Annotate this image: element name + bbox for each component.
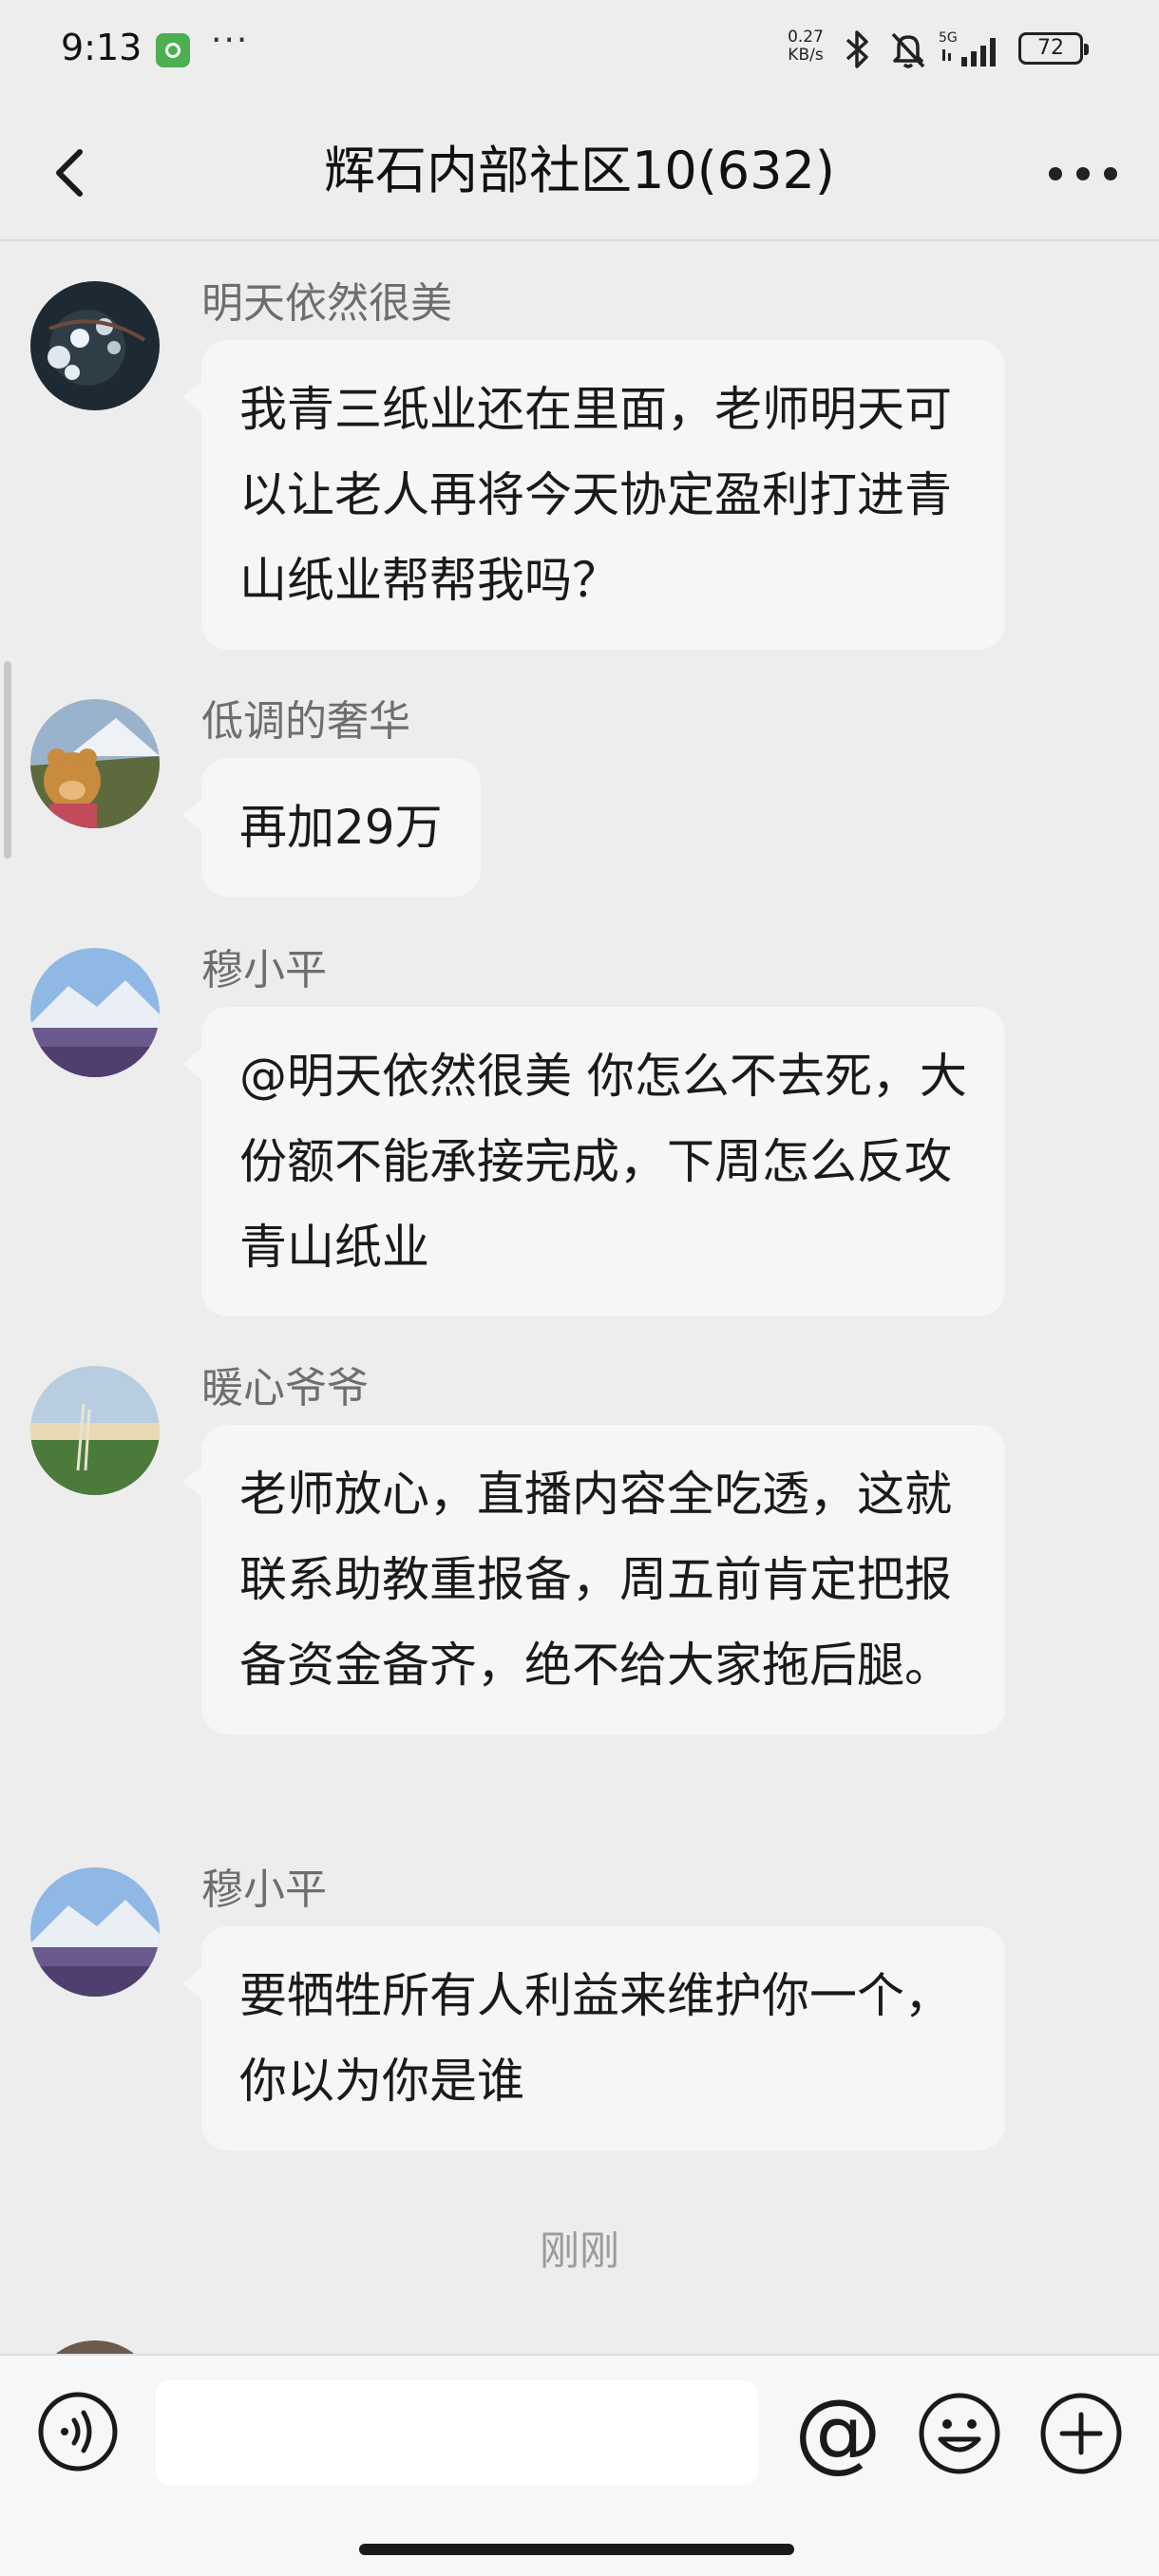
network-type: 5G (939, 30, 958, 46)
sender-name: 明天依然很美 (201, 279, 452, 328)
signal-5g-icon: 5G (939, 30, 996, 66)
message-bubble[interactable]: 我青三纸业还在里面，老师明天可以让老人再将今天协定盈利打进青山纸业帮帮我吗？ (182, 340, 1005, 650)
message-bubble[interactable]: 再加29万 (182, 758, 481, 897)
status-time: 9:13 (61, 27, 142, 68)
sender-name: 暖心爷爷 (201, 1364, 369, 1412)
app-notification-icon (156, 33, 190, 67)
input-bar: @ (0, 2354, 1159, 2576)
avatar[interactable] (30, 281, 160, 410)
header-bar: 辉石内部社区10(632) (0, 104, 1159, 241)
mute-bell-icon (891, 32, 925, 68)
message-bubble[interactable]: @明天依然很美 你怎么不去死，大份额不能承接完成，下周怎么反攻青山纸业 (182, 1007, 1005, 1316)
message-bubble[interactable]: 老师放心，直播内容全吃透，这就联系助教重报备，周五前肯定把报备资金备齐，绝不给大… (182, 1425, 1005, 1734)
message-bubble[interactable]: 要牺牲所有人利益来维护你一个，你以为你是谁 (182, 1926, 1005, 2150)
battery-indicator: 72 (1018, 32, 1089, 65)
status-more-indicator: ··· (211, 21, 250, 60)
avatar[interactable] (30, 1366, 160, 1495)
emoji-button[interactable] (916, 2390, 1003, 2477)
avatar[interactable] (30, 699, 160, 828)
network-speed-value: 0.27 (788, 28, 824, 47)
mention-button[interactable]: @ (792, 2384, 884, 2479)
sender-name: 穆小平 (201, 946, 327, 994)
more-dot (1104, 167, 1117, 180)
voice-button[interactable] (36, 2390, 120, 2473)
sender-name: 穆小平 (201, 1866, 327, 1914)
sender-name: 低调的奢华 (201, 697, 410, 746)
home-indicator[interactable] (359, 2544, 794, 2555)
avatar[interactable] (30, 948, 160, 1077)
more-dot (1076, 167, 1090, 180)
more-options-button[interactable] (1041, 139, 1125, 207)
message-input[interactable] (156, 2380, 758, 2485)
avatar[interactable] (30, 1867, 160, 1997)
chat-title: 辉石内部社区10(632) (324, 141, 835, 200)
plus-button[interactable] (1037, 2390, 1125, 2477)
more-dots-icon (1049, 167, 1062, 180)
chat-screen: 9:13 ··· 0.27 KB/s 5G 72 辉石内部社区10(632) 明… (0, 0, 1159, 2576)
time-divider: 刚刚 (539, 2227, 619, 2274)
network-speed-unit: KB/s (788, 46, 824, 65)
back-button[interactable] (38, 139, 99, 207)
network-speed: 0.27 KB/s (781, 28, 830, 65)
status-bar: 9:13 ··· 0.27 KB/s 5G 72 (0, 0, 1159, 104)
bluetooth-icon (846, 30, 868, 68)
scroll-indicator[interactable] (4, 661, 11, 859)
